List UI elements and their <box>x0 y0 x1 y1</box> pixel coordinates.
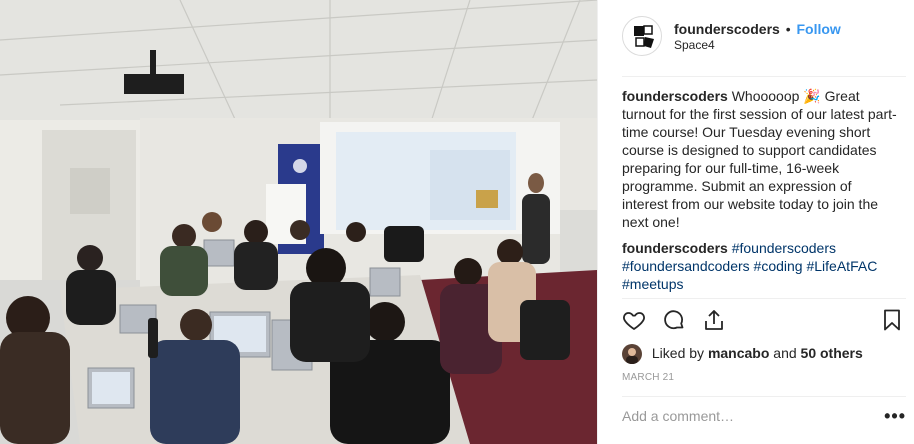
hashtags-author[interactable]: founderscoders <box>622 240 728 256</box>
comment-icon[interactable] <box>662 308 688 334</box>
caption-author[interactable]: founderscoders <box>622 88 728 104</box>
header-separator: • <box>785 21 791 37</box>
caption-comment: founderscoders Whooooop 🎉 Great turnout … <box>622 87 898 231</box>
post-photo[interactable] <box>0 0 597 444</box>
post-details-panel: founderscoders • Follow Space4 foundersc… <box>597 0 914 444</box>
comments-section: founderscoders Whooooop 🎉 Great turnout … <box>622 87 898 297</box>
action-bar <box>622 308 906 338</box>
divider <box>622 396 906 397</box>
hashtag-link[interactable]: #coding <box>754 258 803 274</box>
post-header: founderscoders • Follow Space4 <box>622 16 914 60</box>
header-user-line: founderscoders • Follow <box>674 20 841 38</box>
divider <box>622 298 906 299</box>
profile-avatar[interactable] <box>622 16 662 56</box>
likes-line: Liked by mancabo and 50 others <box>622 342 863 365</box>
share-icon[interactable] <box>702 308 728 334</box>
likes-conj: and <box>773 345 797 361</box>
classroom-photo <box>0 0 597 444</box>
header-username[interactable]: founderscoders <box>674 21 780 37</box>
divider <box>622 76 906 77</box>
bookmark-icon[interactable] <box>880 308 906 334</box>
hashtags-comment: founderscoders #founderscoders #founders… <box>622 239 898 293</box>
follow-button[interactable]: Follow <box>797 21 841 37</box>
caption-text: Whooooop 🎉 Great turnout for the first s… <box>622 88 897 230</box>
likes-count-link[interactable]: 50 others <box>801 345 863 361</box>
location-link[interactable]: Space4 <box>674 38 715 52</box>
more-options-icon[interactable]: ••• <box>884 406 906 427</box>
post-date[interactable]: MARCH 21 <box>622 372 674 383</box>
liker-username[interactable]: mancabo <box>708 345 769 361</box>
hashtag-link[interactable]: #founderscoders <box>732 240 836 256</box>
heart-icon[interactable] <box>622 308 648 334</box>
likes-prefix: Liked by <box>651 345 705 361</box>
hashtag-link[interactable]: #LifeAtFAC <box>806 258 877 274</box>
hashtag-link[interactable]: #foundersandcoders <box>622 258 750 274</box>
liker-avatar[interactable] <box>622 344 642 365</box>
founders-coders-logo <box>634 25 654 48</box>
hashtag-link[interactable]: #meetups <box>622 276 683 292</box>
comment-input[interactable]: Add a comment… <box>622 408 734 424</box>
